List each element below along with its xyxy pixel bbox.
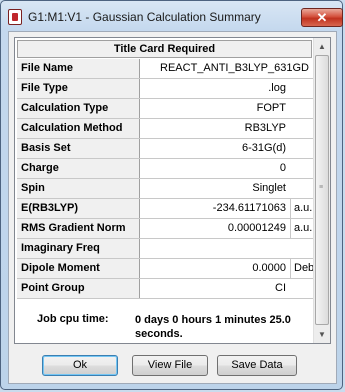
table-row: E(RB3LYP) -234.61171063 a.u.: [17, 199, 313, 219]
close-button[interactable]: ✕: [301, 8, 343, 27]
row-value: Singlet: [252, 182, 286, 194]
row-value: RB3LYP: [244, 122, 286, 134]
summary-table: Title Card Required File Name REACT_ANTI…: [14, 37, 331, 344]
table-row: Point Group CI: [17, 279, 313, 299]
table-header: Title Card Required: [17, 40, 312, 58]
row-label: Charge: [17, 159, 140, 178]
scroll-up-arrow-icon[interactable]: ▲: [314, 38, 330, 55]
view-file-button[interactable]: View File: [132, 355, 208, 376]
row-label: RMS Gradient Norm: [17, 219, 140, 238]
table-row: File Type .log: [17, 79, 313, 99]
row-unit: Deb: [290, 259, 313, 278]
row-value: [140, 239, 290, 258]
row-unit: a.u.: [290, 219, 313, 238]
row-value: FOPT: [256, 102, 286, 114]
row-value: 0.00001249: [227, 222, 286, 234]
ok-button[interactable]: Ok: [42, 355, 118, 376]
row-label: Calculation Method: [17, 119, 140, 138]
row-value: -234.61171063: [212, 202, 286, 214]
cpu-time-row: Job cpu time: 0 days 0 hours 1 minutes 2…: [17, 304, 313, 342]
row-label: Spin: [17, 179, 140, 198]
title-bar[interactable]: G1:M1:V1 - Gaussian Calculation Summary …: [1, 1, 343, 31]
row-value: .log: [268, 82, 286, 94]
row-label: Basis Set: [17, 139, 140, 158]
cpu-time-value: 0 days 0 hours 1 minutes 25.0 seconds.: [135, 314, 291, 340]
scroll-thumb[interactable]: ≡: [315, 55, 329, 325]
row-value: 0: [279, 162, 286, 174]
scroll-grip-icon: ≡: [319, 184, 324, 191]
row-value: CI: [275, 282, 286, 294]
row-value: 0.0000: [252, 262, 286, 274]
table-row: Dipole Moment 0.0000 Deb: [17, 259, 313, 279]
row-unit: a.u.: [290, 199, 313, 218]
table-row: Basis Set 6-31G(d): [17, 139, 313, 159]
row-label: File Name: [17, 59, 140, 78]
close-icon: ✕: [316, 10, 328, 25]
row-label: Imaginary Freq: [17, 239, 140, 258]
save-data-button[interactable]: Save Data: [217, 355, 297, 376]
row-label: E(RB3LYP): [17, 199, 140, 218]
row-label: Dipole Moment: [17, 259, 140, 278]
row-label: Calculation Type: [17, 99, 140, 118]
table-row: RMS Gradient Norm 0.00001249 a.u.: [17, 219, 313, 239]
app-icon: [8, 9, 22, 25]
row-label: File Type: [17, 79, 140, 98]
table-row: Charge 0: [17, 159, 313, 179]
row-label: Point Group: [17, 279, 140, 298]
vertical-scrollbar[interactable]: ▲ ≡ ▼: [313, 38, 330, 343]
table-row: Imaginary Freq: [17, 239, 313, 259]
row-value: 6-31G(d): [241, 142, 286, 154]
dialog-body: Title Card Required File Name REACT_ANTI…: [8, 31, 337, 384]
table-row: Calculation Type FOPT: [17, 99, 313, 119]
row-value: REACT_ANTI_B3LYP_631GD: [160, 62, 309, 74]
scroll-down-arrow-icon[interactable]: ▼: [314, 326, 330, 343]
table-row: Calculation Method RB3LYP: [17, 119, 313, 139]
summary-window: G1:M1:V1 - Gaussian Calculation Summary …: [0, 0, 343, 390]
table-row: Spin Singlet: [17, 179, 313, 199]
table-row: File Name REACT_ANTI_B3LYP_631GD: [17, 59, 313, 79]
cpu-time-label: Job cpu time:: [37, 313, 109, 325]
window-title: G1:M1:V1 - Gaussian Calculation Summary: [28, 10, 261, 24]
